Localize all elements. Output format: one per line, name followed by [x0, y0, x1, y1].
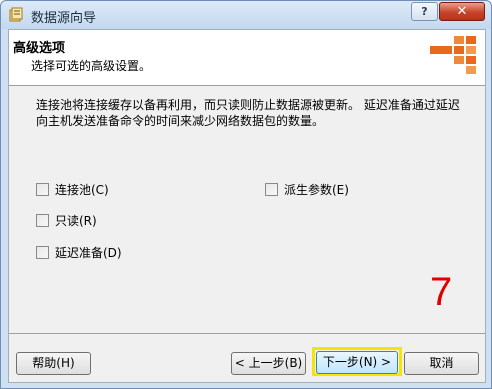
delay-prepare-checkbox[interactable] [36, 246, 49, 259]
footer-divider [9, 333, 485, 334]
back-button[interactable]: < 上一步(B) [231, 352, 306, 375]
wizard-logo-icon [430, 36, 476, 74]
description-text: 连接池将连接缓存以备再利用，而只读则防止数据源被更新。 延迟准备通过延迟向主机发… [36, 98, 460, 128]
connection-pool-option[interactable]: 连接池(C) [36, 181, 109, 198]
wizard-client-area: 高级选项 选择可选的高级设置。 连接池将连接缓存以备再利用，而只读则防止数据源被… [8, 29, 486, 383]
wizard-app-icon [9, 7, 23, 22]
read-only-checkbox[interactable] [36, 214, 49, 227]
cancel-button[interactable]: 取消 [404, 352, 479, 375]
derived-params-label: 派生参数(E) [284, 183, 349, 197]
next-button[interactable]: 下一步(N) > [316, 351, 398, 374]
delay-prepare-label: 延迟准备(D) [55, 246, 122, 260]
step-annotation: 7 [430, 270, 453, 314]
window-title: 数据源向导 [31, 11, 97, 26]
wizard-header: 高级选项 选择可选的高级设置。 [9, 30, 485, 86]
read-only-option[interactable]: 只读(R) [36, 212, 97, 229]
data-source-wizard-window: 数据源向导 ? ✕ 高级选项 选择可选的高级设置。 连接池将连接缓存以备再利用，… [0, 0, 492, 389]
derived-params-checkbox[interactable] [265, 183, 278, 196]
derived-params-option[interactable]: 派生参数(E) [265, 181, 349, 198]
read-only-label: 只读(R) [55, 214, 97, 228]
close-button[interactable]: ✕ [439, 2, 485, 21]
page-subtitle: 选择可选的高级设置。 [31, 59, 152, 73]
delay-prepare-option[interactable]: 延迟准备(D) [36, 244, 122, 261]
help-button[interactable]: 帮助(H) [16, 352, 91, 375]
help-title-button[interactable]: ? [411, 2, 438, 21]
connection-pool-checkbox[interactable] [36, 183, 49, 196]
page-title: 高级选项 [13, 41, 66, 56]
connection-pool-label: 连接池(C) [55, 183, 109, 197]
title-bar[interactable]: 数据源向导 ? ✕ [1, 1, 491, 29]
